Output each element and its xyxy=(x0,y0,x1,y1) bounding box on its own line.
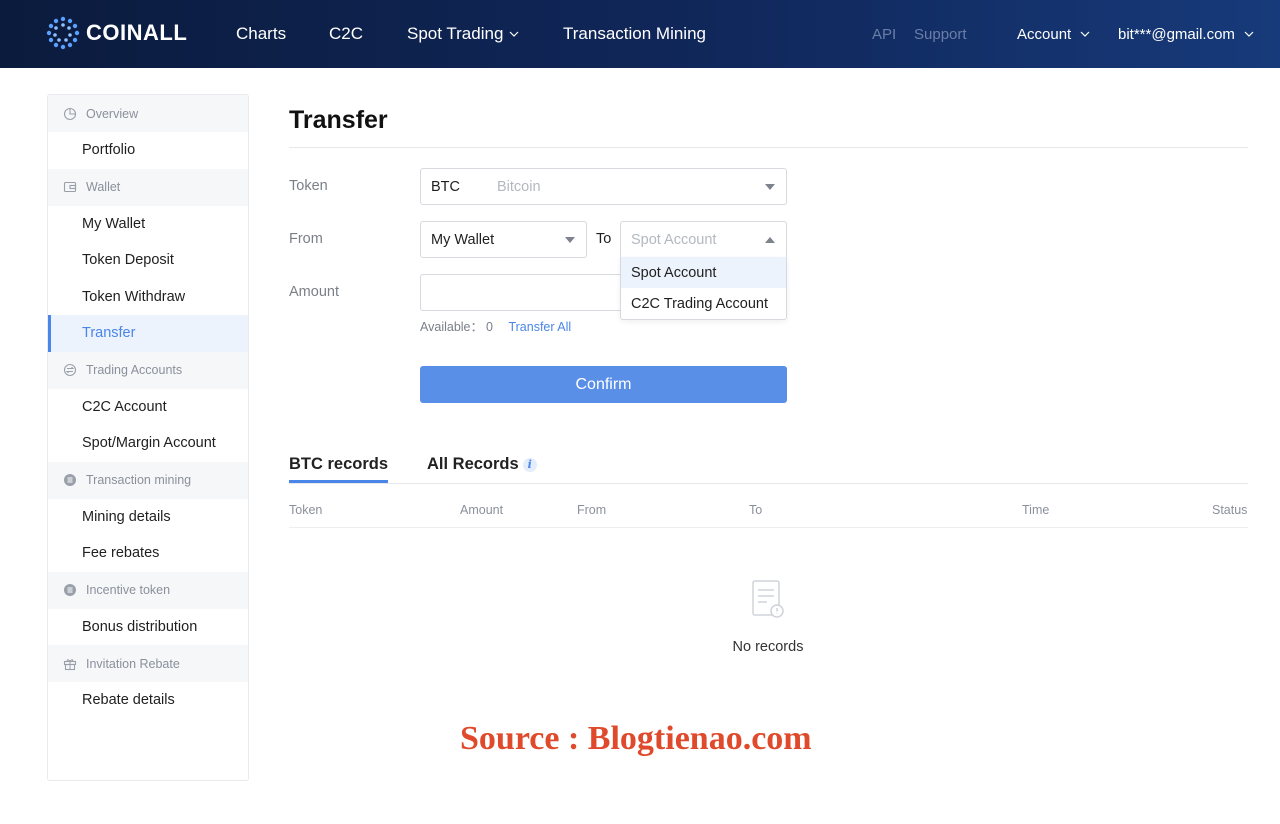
page-title: Transfer xyxy=(289,106,388,134)
column-header-to: To xyxy=(749,503,763,517)
logo-text: COINALL xyxy=(86,20,188,45)
empty-records-icon xyxy=(752,580,784,618)
token-symbol: BTC xyxy=(431,178,460,195)
sidebar-item-rebate-details[interactable]: Rebate details xyxy=(48,682,248,719)
to-account-select[interactable]: Spot Account xyxy=(620,221,787,258)
chevron-down-icon xyxy=(509,31,519,37)
token-select[interactable]: BTC Bitcoin xyxy=(420,168,787,205)
to-account-dropdown: Spot Account C2C Trading Account xyxy=(620,257,787,320)
sidebar-item-transfer[interactable]: Transfer xyxy=(48,315,248,352)
chevron-down-icon xyxy=(1080,31,1090,37)
column-header-amount: Amount xyxy=(460,503,504,517)
confirm-button[interactable]: Confirm xyxy=(420,366,787,403)
nav-api[interactable]: API xyxy=(872,0,896,68)
token-label: Token xyxy=(289,178,328,194)
token-icon xyxy=(64,584,76,596)
to-label: To xyxy=(596,231,612,247)
column-header-token: Token xyxy=(289,503,323,517)
account-sidebar: Overview Portfolio Wallet My Wallet Toke… xyxy=(47,94,249,781)
sidebar-item-fee-rebates[interactable]: Fee rebates xyxy=(48,535,248,572)
transfer-all-link[interactable]: Transfer All xyxy=(508,320,571,334)
available-value: 0 xyxy=(486,320,493,334)
sidebar-item-portfolio[interactable]: Portfolio xyxy=(48,132,248,169)
caret-down-icon xyxy=(565,237,575,243)
sidebar-group-incentive-token: Incentive token xyxy=(48,571,248,609)
column-header-time: Time xyxy=(1022,503,1050,517)
mining-icon xyxy=(64,474,76,486)
caret-up-icon xyxy=(765,237,775,243)
available-balance: Available： 0 Transfer All xyxy=(420,316,571,335)
dropdown-option-spot-account[interactable]: Spot Account xyxy=(621,257,786,288)
amount-label: Amount xyxy=(289,284,339,300)
from-account-value: My Wallet xyxy=(431,231,495,248)
coinall-logo-icon xyxy=(46,16,80,50)
chevron-down-icon xyxy=(1244,31,1254,37)
top-navigation-bar: COINALL Charts C2C Spot Trading Transact… xyxy=(0,0,1280,68)
empty-records-text: No records xyxy=(732,639,804,655)
sidebar-item-token-withdraw[interactable]: Token Withdraw xyxy=(48,279,248,316)
source-watermark: Source : Blogtienao.com xyxy=(460,720,812,757)
sidebar-group-overview: Overview xyxy=(48,95,248,132)
amount-input[interactable] xyxy=(420,274,620,311)
from-label: From xyxy=(289,231,323,247)
tabs-divider xyxy=(289,483,1248,484)
tab-all-records[interactable]: All Records i xyxy=(427,455,537,474)
caret-down-icon xyxy=(765,184,775,190)
sidebar-item-c2c-account[interactable]: C2C Account xyxy=(48,389,248,426)
sidebar-item-spot-margin-account[interactable]: Spot/Margin Account xyxy=(48,425,248,462)
nav-c2c[interactable]: C2C xyxy=(329,0,363,68)
sidebar-group-invitation-rebate: Invitation Rebate xyxy=(48,645,248,682)
wallet-icon xyxy=(63,181,77,193)
sidebar-group-wallet: Wallet xyxy=(48,168,248,206)
nav-support[interactable]: Support xyxy=(914,0,967,68)
sidebar-item-token-deposit[interactable]: Token Deposit xyxy=(48,242,248,279)
title-divider xyxy=(289,147,1248,148)
sidebar-group-trading-accounts: Trading Accounts xyxy=(48,351,248,389)
pie-chart-icon xyxy=(63,107,77,120)
column-header-status: Status xyxy=(1212,503,1248,517)
sidebar-item-mining-details[interactable]: Mining details xyxy=(48,499,248,536)
column-header-from: From xyxy=(577,503,607,517)
sidebar-item-my-wallet[interactable]: My Wallet xyxy=(48,206,248,243)
table-header-divider xyxy=(289,527,1248,528)
tab-btc-records[interactable]: BTC records xyxy=(289,455,389,483)
coinall-logo[interactable]: COINALL xyxy=(46,16,187,50)
nav-account[interactable]: Account xyxy=(1017,0,1090,68)
sidebar-item-bonus-distribution[interactable]: Bonus distribution xyxy=(48,609,248,646)
available-label: Available： xyxy=(420,320,484,334)
to-account-placeholder: Spot Account xyxy=(631,231,717,248)
from-account-select[interactable]: My Wallet xyxy=(420,221,587,258)
token-name: Bitcoin xyxy=(497,178,541,195)
gift-icon xyxy=(63,658,77,670)
nav-transaction-mining[interactable]: Transaction Mining xyxy=(563,0,706,68)
nav-charts[interactable]: Charts xyxy=(236,0,286,68)
dropdown-option-c2c-trading-account[interactable]: C2C Trading Account xyxy=(621,288,786,319)
nav-spot-trading[interactable]: Spot Trading xyxy=(407,0,519,68)
nav-user-email[interactable]: bit***@gmail.com xyxy=(1118,0,1254,68)
info-icon[interactable]: i xyxy=(522,457,537,472)
exchange-icon xyxy=(63,363,77,377)
sidebar-group-transaction-mining: Transaction mining xyxy=(48,461,248,499)
